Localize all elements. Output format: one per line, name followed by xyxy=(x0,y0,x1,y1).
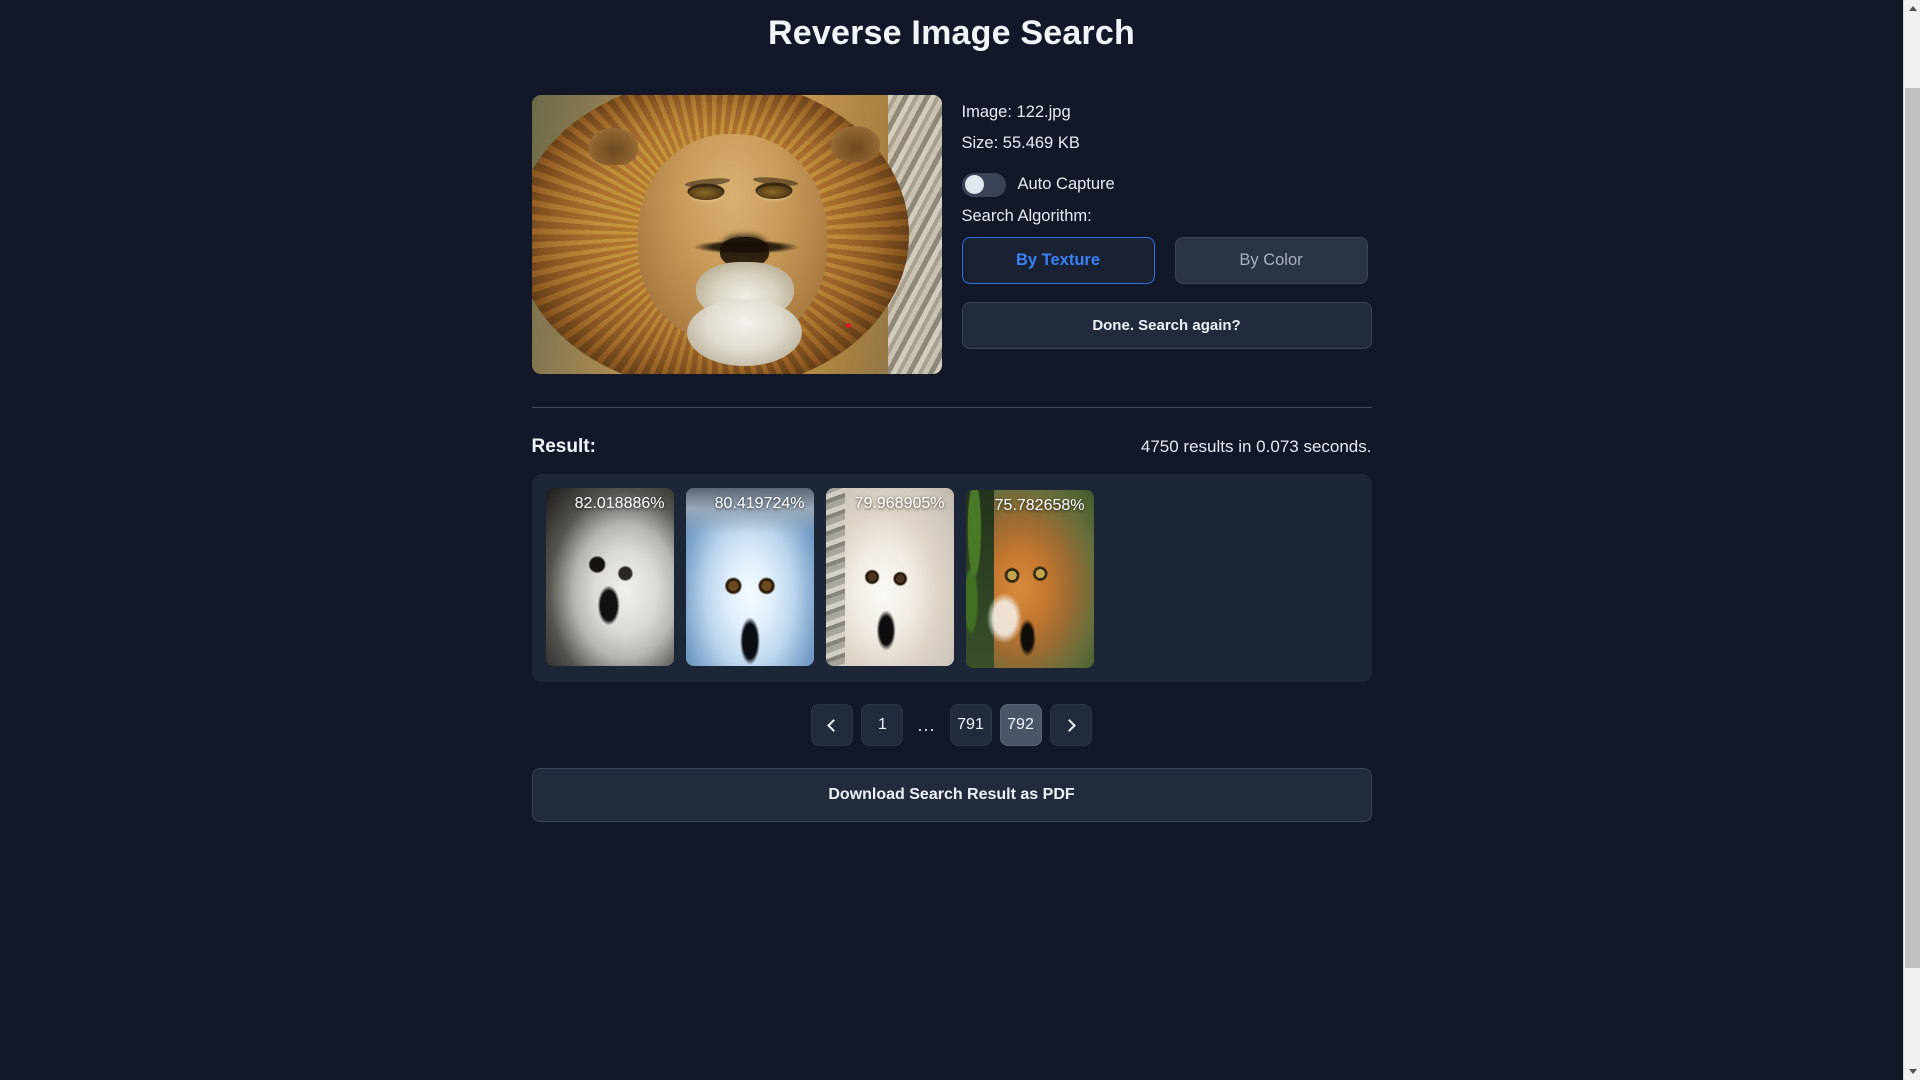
result-card[interactable]: 79.968905% xyxy=(826,488,954,666)
search-algorithm-label: Search Algorithm: xyxy=(962,207,1372,226)
vertical-scrollbar[interactable] xyxy=(1903,0,1920,1080)
chevron-left-icon xyxy=(828,719,841,732)
query-image-preview[interactable] xyxy=(532,95,942,374)
lion-eye-left xyxy=(689,187,723,200)
content-container: Image: 122.jpg Size: 55.469 KB Auto Capt… xyxy=(532,95,1372,822)
lion-ear-right xyxy=(831,126,880,162)
algorithm-button-group: By Texture By Color xyxy=(962,237,1372,284)
result-score: 75.782658% xyxy=(995,497,1085,515)
lion-image xyxy=(532,95,942,374)
query-panel: Image: 122.jpg Size: 55.469 KB Auto Capt… xyxy=(532,95,1372,374)
results-grid: 82.018886% 80.419724% 79.968905% 75.7826… xyxy=(532,474,1372,682)
image-name-label: Image: 122.jpg xyxy=(962,101,1372,123)
page-title: Reverse Image Search xyxy=(0,14,1903,53)
result-title: Result: xyxy=(532,436,596,458)
auto-capture-label: Auto Capture xyxy=(1018,175,1115,194)
pagination: 1 ... 791 792 xyxy=(532,704,1372,746)
scrollbar-down-button[interactable] xyxy=(1904,1063,1920,1080)
search-again-button[interactable]: Done. Search again? xyxy=(962,302,1372,349)
page-content: Reverse Image Search xyxy=(0,0,1903,822)
result-count-timing: 4750 results in 0.073 seconds. xyxy=(1141,437,1372,457)
lion-ear-left xyxy=(589,128,638,164)
triangle-up-icon xyxy=(1909,6,1917,11)
scrollbar-up-button[interactable] xyxy=(1904,0,1920,17)
cursor-marker-dot xyxy=(846,323,851,328)
image-info-column: Image: 122.jpg Size: 55.469 KB Auto Capt… xyxy=(962,95,1372,349)
auto-capture-row: Auto Capture xyxy=(962,173,1372,197)
pagination-ellipsis: ... xyxy=(911,715,941,736)
scrollbar-thumb[interactable] xyxy=(1905,88,1920,968)
pagination-page-791[interactable]: 791 xyxy=(950,704,992,746)
result-card[interactable]: 82.018886% xyxy=(546,488,674,666)
toggle-knob-icon xyxy=(965,175,984,194)
by-color-button[interactable]: By Color xyxy=(1175,237,1368,284)
lion-eye-right xyxy=(757,186,791,199)
by-texture-button[interactable]: By Texture xyxy=(962,237,1155,284)
result-header: Result: 4750 results in 0.073 seconds. xyxy=(532,408,1372,474)
lion-chin xyxy=(687,299,802,366)
pagination-page-1[interactable]: 1 xyxy=(861,704,903,746)
result-score: 79.968905% xyxy=(855,495,945,513)
download-pdf-button[interactable]: Download Search Result as PDF xyxy=(532,768,1372,822)
result-card[interactable]: 75.782658% xyxy=(966,490,1094,668)
result-thumbnail-1 xyxy=(546,488,674,666)
result-thumbnail-4 xyxy=(966,490,1094,668)
page-viewport: Reverse Image Search xyxy=(0,0,1903,1080)
auto-capture-toggle[interactable] xyxy=(962,173,1006,197)
result-thumbnail-2 xyxy=(686,488,814,666)
result-thumbnail-3 xyxy=(826,488,954,666)
image-size-label: Size: 55.469 KB xyxy=(962,132,1372,154)
triangle-down-icon xyxy=(1909,1069,1917,1074)
result-score: 80.419724% xyxy=(715,495,805,513)
result-score: 82.018886% xyxy=(575,495,665,513)
chevron-right-icon xyxy=(1063,719,1076,732)
result-card[interactable]: 80.419724% xyxy=(686,488,814,666)
pagination-page-792[interactable]: 792 xyxy=(1000,704,1042,746)
pagination-next-button[interactable] xyxy=(1050,704,1092,746)
pagination-prev-button[interactable] xyxy=(811,704,853,746)
